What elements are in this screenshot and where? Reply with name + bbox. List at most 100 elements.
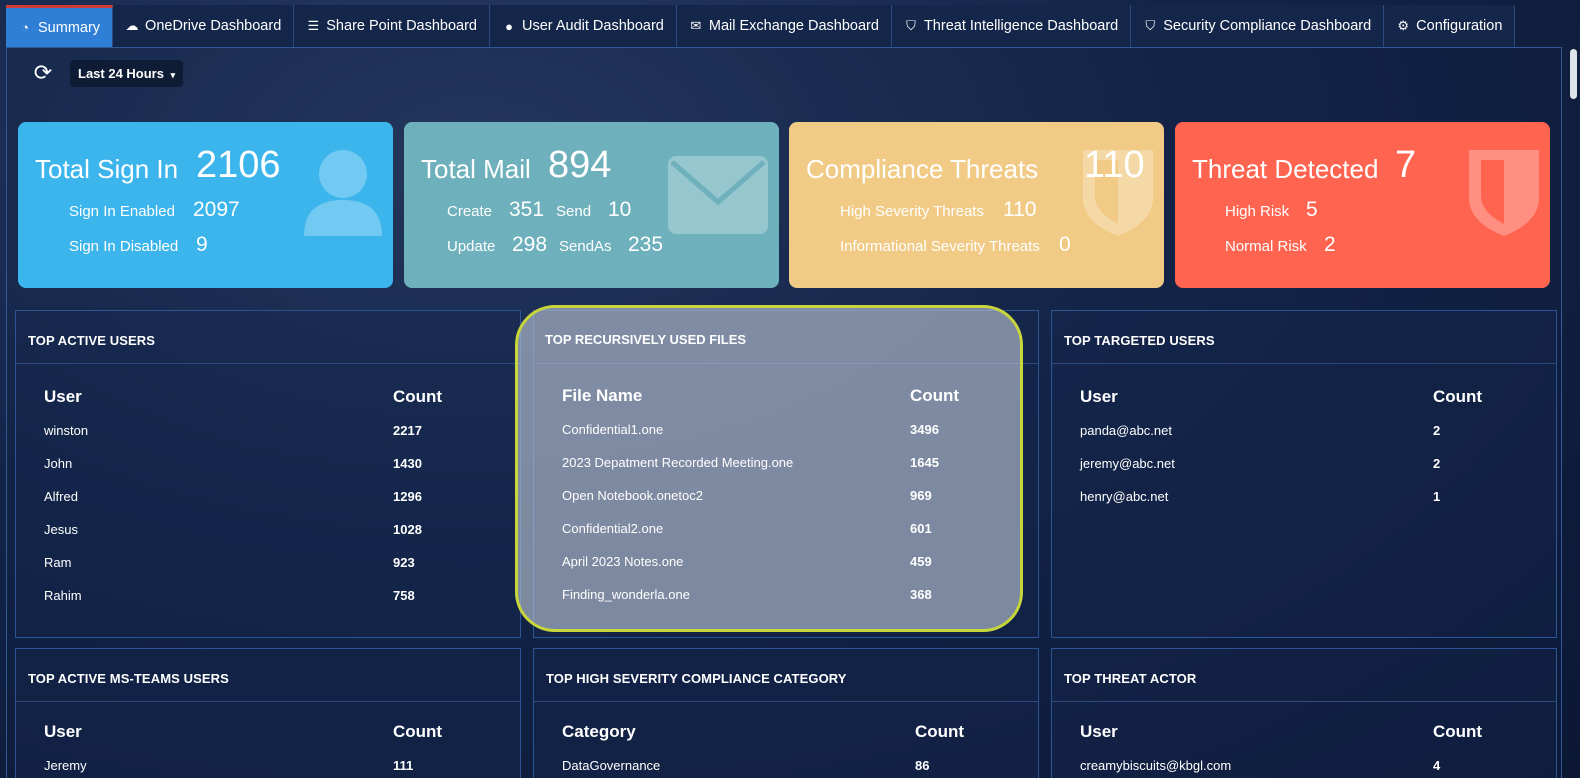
table-row[interactable]: henry@abc.net 1 — [1080, 489, 1536, 522]
card-value: 2106 — [196, 144, 281, 186]
files-table: File Name Count Confidential1.one 3496 20… — [562, 386, 1002, 620]
tab-label: User Audit Dashboard — [522, 18, 664, 34]
time-range-label: Last 24 Hours — [78, 65, 164, 81]
informational-severity-value: 0 — [1059, 233, 1071, 256]
panel-top-targeted-users: TOP TARGETED USERS User Count panda@abc.… — [1051, 310, 1557, 638]
tab-label: Security Compliance Dashboard — [1163, 18, 1372, 34]
table-row[interactable]: Finding_wonderla.one 368 — [562, 587, 1002, 620]
shield-icon — [1469, 150, 1539, 236]
card-value: 894 — [548, 144, 612, 186]
table-row[interactable]: panda@abc.net 2 — [1080, 423, 1536, 456]
time-range-dropdown[interactable]: Last 24 Hours ▾ — [70, 59, 184, 87]
user-name: Jeremy — [44, 758, 87, 773]
table-row[interactable]: Confidential1.one 3496 — [562, 422, 1002, 455]
tab-onedrive-dashboard[interactable]: ☁ OneDrive Dashboard — [113, 5, 295, 47]
user-name: Ram — [44, 555, 72, 570]
column-header-count: Count — [393, 387, 443, 406]
file-name: Open Notebook.onetoc2 — [562, 488, 703, 503]
panel-top-threat-actor: TOP THREAT ACTOR User Count creamybiscui… — [1051, 648, 1557, 778]
card-title: Total Sign In — [35, 154, 179, 184]
shield-icon: ⛉ — [906, 18, 916, 33]
user-count: 2 — [1433, 456, 1441, 471]
mail-update-value: 298 — [512, 233, 548, 256]
tab-sharepoint-dashboard[interactable]: ☰ Share Point Dashboard — [294, 5, 491, 47]
file-count: 459 — [910, 554, 932, 569]
table-row[interactable]: Alfred 1296 — [44, 489, 500, 522]
tab-configuration[interactable]: ⚙ Configuration — [1384, 5, 1516, 47]
table-row[interactable]: April 2023 Notes.one 459 — [562, 554, 1002, 587]
table-row[interactable]: Ram 923 — [44, 555, 500, 588]
card-value: 7 — [1395, 144, 1417, 186]
teams-users-table: User Count Jeremy 111 — [44, 722, 500, 778]
tab-threat-intelligence-dashboard[interactable]: ⛉ Threat Intelligence Dashboard — [891, 5, 1132, 47]
user-count: 1 — [1433, 489, 1441, 504]
informational-severity-label: Informational Severity Threats — [840, 238, 1040, 255]
panel-top-active-users: TOP ACTIVE USERS User Count winston 2217 … — [15, 310, 521, 638]
column-header-file-name: File Name — [562, 386, 643, 405]
normal-risk-label: Normal Risk — [1225, 238, 1307, 255]
tab-label: Threat Intelligence Dashboard — [923, 18, 1119, 34]
mail-create-label: Create — [447, 203, 493, 220]
refresh-icon[interactable]: ⟳ — [30, 60, 56, 86]
user-count: 111 — [393, 758, 414, 773]
user-count: 2217 — [393, 423, 422, 438]
table-row[interactable]: jeremy@abc.net 2 — [1080, 456, 1536, 489]
table-row[interactable]: DataGovernance 86 — [562, 758, 1018, 778]
table-row[interactable]: winston 2217 — [44, 423, 500, 456]
user-count: 923 — [393, 555, 415, 570]
card-value: 110 — [1084, 144, 1145, 186]
file-name: April 2023 Notes.one — [562, 554, 684, 569]
cloud-icon: ☁ — [125, 18, 139, 33]
table-header: User Count — [1080, 387, 1536, 423]
panel-title: TOP ACTIVE USERS — [28, 333, 156, 348]
table-row[interactable]: Open Notebook.onetoc2 969 — [562, 488, 1002, 521]
mail-send-value: 10 — [608, 198, 632, 221]
high-risk-label: High Risk — [1225, 203, 1290, 220]
panel-title: TOP RECURSIVELY USED FILES — [545, 332, 747, 347]
scrollbar-thumb[interactable] — [1570, 49, 1577, 99]
vertical-scrollbar[interactable] — [1568, 49, 1578, 759]
column-header-user: User — [44, 387, 82, 406]
table-header: User Count — [44, 387, 500, 423]
tab-security-compliance-dashboard[interactable]: ⛉ Security Compliance Dashboard — [1131, 5, 1385, 47]
file-count: 969 — [910, 488, 932, 503]
table-header: File Name Count — [562, 386, 1002, 422]
tab-user-audit-dashboard[interactable]: ● User Audit Dashboard — [490, 5, 677, 47]
table-row[interactable]: Jesus 1028 — [44, 522, 500, 555]
user-name: Alfred — [44, 489, 78, 504]
threat-actor-table: User Count creamybiscuits@kbgl.com 4 — [1080, 722, 1536, 778]
divider — [16, 363, 520, 364]
card-title: Compliance Threats — [806, 154, 1039, 184]
file-name: 2023 Depatment Recorded Meeting.one — [562, 455, 794, 470]
sign-in-disabled-value: 9 — [196, 233, 208, 256]
column-header-count: Count — [915, 722, 965, 741]
column-header-user: User — [1080, 722, 1118, 741]
user-icon — [304, 150, 382, 236]
table-row[interactable]: Rahim 758 — [44, 588, 500, 621]
table-row[interactable]: Confidential2.one 601 — [562, 521, 1002, 554]
tab-mail-exchange-dashboard[interactable]: ✉ Mail Exchange Dashboard — [676, 5, 892, 47]
tab-summary[interactable]: ◔ Summary — [6, 5, 114, 47]
tab-label: Share Point Dashboard — [326, 18, 478, 34]
gear-icon: ⚙ — [1397, 18, 1409, 33]
divider — [1052, 363, 1556, 364]
file-count: 601 — [910, 521, 932, 536]
dashboard-icon: ◔ — [21, 20, 29, 35]
table-row[interactable]: Jeremy 111 — [44, 758, 500, 778]
panel-title: TOP THREAT ACTOR — [1064, 671, 1197, 686]
table-row[interactable]: 2023 Depatment Recorded Meeting.one 1645 — [562, 455, 1002, 488]
panel-title: TOP ACTIVE MS-TEAMS USERS — [28, 671, 229, 686]
divider — [16, 701, 520, 702]
card-compliance-threats: Compliance Threats 110 High Severity Thr… — [789, 122, 1164, 288]
user-count: 758 — [393, 588, 415, 603]
table-header: User Count — [44, 722, 500, 758]
sign-in-enabled-value: 2097 — [193, 198, 240, 221]
category-name: DataGovernance — [562, 758, 661, 773]
normal-risk-value: 2 — [1324, 233, 1336, 256]
panel-title: TOP HIGH SEVERITY COMPLIANCE CATEGORY — [546, 671, 847, 686]
user-name: winston — [44, 423, 89, 438]
mail-create-value: 351 — [509, 198, 545, 221]
column-header-count: Count — [1433, 387, 1483, 406]
table-row[interactable]: creamybiscuits@kbgl.com 4 — [1080, 758, 1536, 778]
table-row[interactable]: John 1430 — [44, 456, 500, 489]
